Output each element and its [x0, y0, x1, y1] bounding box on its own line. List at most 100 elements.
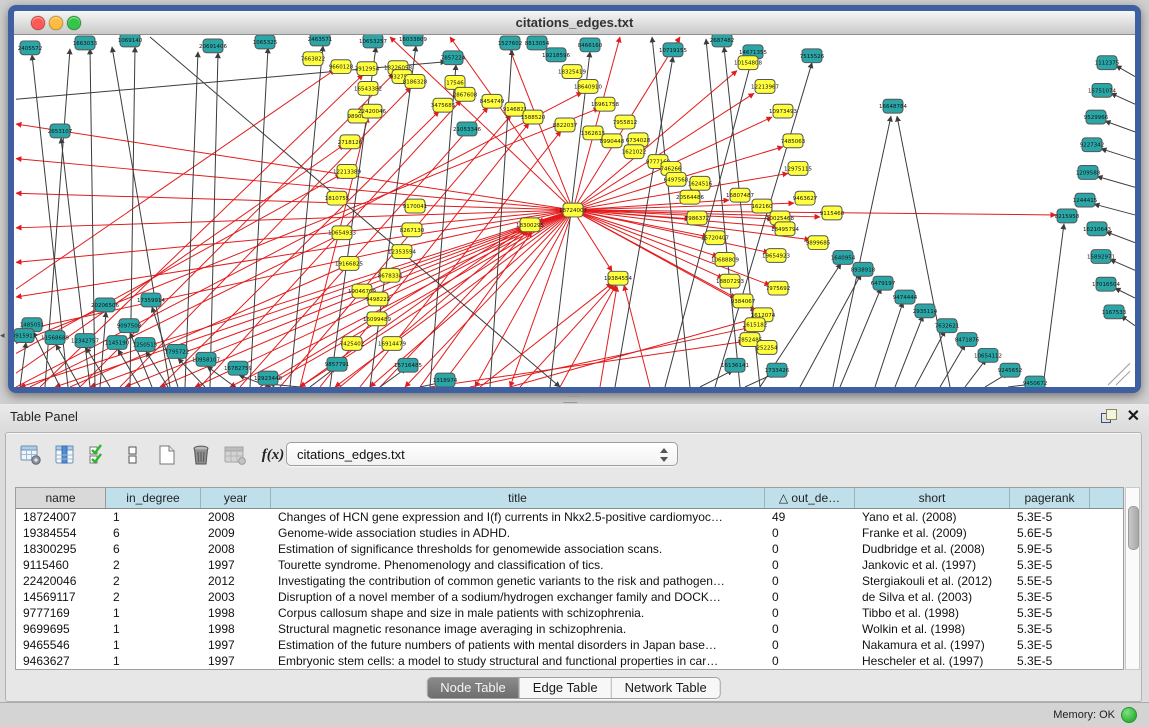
graph-node[interactable]: 1527602: [498, 36, 522, 50]
horizontal-splitter[interactable]: [0, 393, 1149, 404]
table-cell[interactable]: Hescheler et al. (1997): [855, 653, 1010, 669]
graph-node[interactable]: 10719155: [659, 43, 687, 57]
table-row[interactable]: 946362711997Embryonic stem cells: a mode…: [16, 653, 1123, 669]
table-cell[interactable]: 49: [765, 509, 855, 525]
graph-node[interactable]: 9450672: [1023, 376, 1047, 387]
graph-node[interactable]: 9115460: [820, 206, 845, 220]
graph-node[interactable]: 16210643: [1083, 222, 1111, 236]
tab-edge-table[interactable]: Edge Table: [520, 678, 612, 698]
graph-node[interactable]: 11568689: [41, 331, 69, 345]
graph-node[interactable]: 8215958: [1055, 209, 1080, 223]
table-cell[interactable]: 19384554: [16, 525, 106, 541]
graph-node[interactable]: 16914479: [378, 337, 406, 351]
table-cell[interactable]: 0: [765, 525, 855, 541]
table-cell[interactable]: Yano et al. (2008): [855, 509, 1010, 525]
table-cell[interactable]: 0: [765, 573, 855, 589]
graph-node[interactable]: 8678334: [378, 268, 403, 282]
graph-node[interactable]: 8813054: [525, 36, 550, 50]
graph-node[interactable]: 2687482: [710, 35, 734, 47]
graph-node[interactable]: 10688809: [711, 253, 739, 267]
graph-node[interactable]: 10958107: [192, 352, 220, 366]
table-cell[interactable]: 9115460: [16, 557, 106, 573]
graph-node[interactable]: 9170041: [403, 199, 427, 213]
graph-node[interactable]: 8990448: [600, 134, 625, 148]
table-cell[interactable]: Tibbo et al. (1998): [855, 605, 1010, 621]
table-cell[interactable]: 5.5E-5: [1010, 573, 1090, 589]
graph-node[interactable]: 16543382: [354, 81, 382, 95]
graph-node[interactable]: 19166825: [335, 256, 363, 270]
graph-node[interactable]: 8267130: [400, 223, 425, 237]
column-header-year[interactable]: year: [201, 488, 271, 508]
table-cell[interactable]: 6: [106, 525, 201, 541]
table-cell[interactable]: Corpus callosum shape and size in male p…: [271, 605, 765, 621]
table-cell[interactable]: Wolkin et al. (1998): [855, 621, 1010, 637]
graph-node[interactable]: 10653257: [359, 35, 387, 48]
canvas-resize-grip[interactable]: [1116, 371, 1130, 385]
table-cell[interactable]: 1997: [201, 653, 271, 669]
graph-node[interactable]: 7857224: [441, 51, 466, 65]
graph-node[interactable]: 18807293: [716, 274, 744, 288]
graph-node[interactable]: 9384067: [731, 294, 755, 308]
graph-node[interactable]: 1209588: [1076, 166, 1101, 180]
table-cell[interactable]: 0: [765, 589, 855, 605]
table-cell[interactable]: Embryonic stem cells: a model to study s…: [271, 653, 765, 669]
graph-node[interactable]: 1624516: [688, 176, 713, 190]
table-cell[interactable]: 18724007: [16, 509, 106, 525]
network-canvas[interactable]: 2405572166303310691402069140610653252463…: [14, 35, 1135, 387]
table-cell[interactable]: 5.3E-5: [1010, 621, 1090, 637]
close-window-button[interactable]: [31, 16, 45, 30]
table-row[interactable]: 2242004622012Investigating the contribut…: [16, 573, 1123, 589]
graph-node[interactable]: 1112375: [1095, 56, 1119, 70]
graph-node[interactable]: 1663033: [73, 36, 98, 50]
table-cell[interactable]: 2008: [201, 541, 271, 557]
table-row[interactable]: 911546021997Tourette syndrome. Phenomeno…: [16, 557, 1123, 573]
graph-node[interactable]: 9474444: [893, 290, 918, 304]
graph-node[interactable]: 1588520: [521, 110, 546, 124]
graph-node[interactable]: 1065325: [253, 35, 277, 49]
graph-node[interactable]: 8186328: [403, 75, 428, 89]
table-cell[interactable]: 9465546: [16, 637, 106, 653]
west-panel-collapse-arrow[interactable]: ◂: [0, 330, 5, 341]
table-cell[interactable]: Changes of HCN gene expression and I(f) …: [271, 509, 765, 525]
table-row[interactable]: 969969511998Structural magnetic resonanc…: [16, 621, 1123, 637]
table-cell[interactable]: 0: [765, 653, 855, 669]
table-vertical-scrollbar[interactable]: [1125, 487, 1140, 670]
graph-node[interactable]: 16807487: [726, 188, 754, 202]
graph-node[interactable]: 9899685: [806, 236, 830, 250]
table-cell[interactable]: de Silva et al. (2003): [855, 589, 1010, 605]
graph-node[interactable]: 10973493: [769, 104, 797, 118]
graph-node[interactable]: 8822037: [553, 118, 577, 132]
graph-node[interactable]: 18300295: [516, 218, 544, 232]
graph-node[interactable]: 16033809: [399, 35, 427, 46]
citation-network-graph[interactable]: 2405572166303310691402069140610653252463…: [14, 35, 1135, 387]
graph-node[interactable]: 3912954: [355, 62, 380, 76]
zoom-window-button[interactable]: [67, 16, 81, 30]
graph-node[interactable]: 20691406: [199, 39, 227, 53]
table-cell[interactable]: Stergiakouli et al. (2012): [855, 573, 1010, 589]
graph-node[interactable]: 6497568: [664, 172, 689, 186]
table-cell[interactable]: 2: [106, 573, 201, 589]
table-row[interactable]: 946554611997Estimation of the future num…: [16, 637, 1123, 653]
table-cell[interactable]: Estimation of the future numbers of pati…: [271, 637, 765, 653]
new-document-button[interactable]: [154, 442, 180, 468]
table-cell[interactable]: 5.3E-5: [1010, 509, 1090, 525]
table-cell[interactable]: 1998: [201, 605, 271, 621]
table-cell[interactable]: Genome-wide association studies in ADHD.: [271, 525, 765, 541]
graph-node[interactable]: 18640910: [574, 79, 602, 93]
graph-node[interactable]: 2405572: [18, 41, 42, 55]
close-panel-icon[interactable]: ✕: [1127, 406, 1140, 426]
show-column-button[interactable]: [52, 442, 78, 468]
graph-node[interactable]: 1795722: [165, 344, 189, 358]
graph-node[interactable]: 3475685: [431, 98, 455, 112]
table-cell[interactable]: 2003: [201, 589, 271, 605]
column-header-short[interactable]: short: [855, 488, 1010, 508]
table-cell[interactable]: Investigating the contribution of common…: [271, 573, 765, 589]
graph-node[interactable]: 1244415: [1073, 193, 1097, 207]
graph-node[interactable]: 1167533: [1102, 305, 1127, 319]
scrollbar-thumb[interactable]: [1128, 506, 1139, 550]
table-row[interactable]: 1938455462009Genome-wide association stu…: [16, 525, 1123, 541]
graph-node[interactable]: 16782759: [224, 361, 252, 375]
table-cell[interactable]: 1: [106, 605, 201, 621]
table-cell[interactable]: 2008: [201, 509, 271, 525]
graph-node[interactable]: 20206506: [91, 298, 119, 312]
